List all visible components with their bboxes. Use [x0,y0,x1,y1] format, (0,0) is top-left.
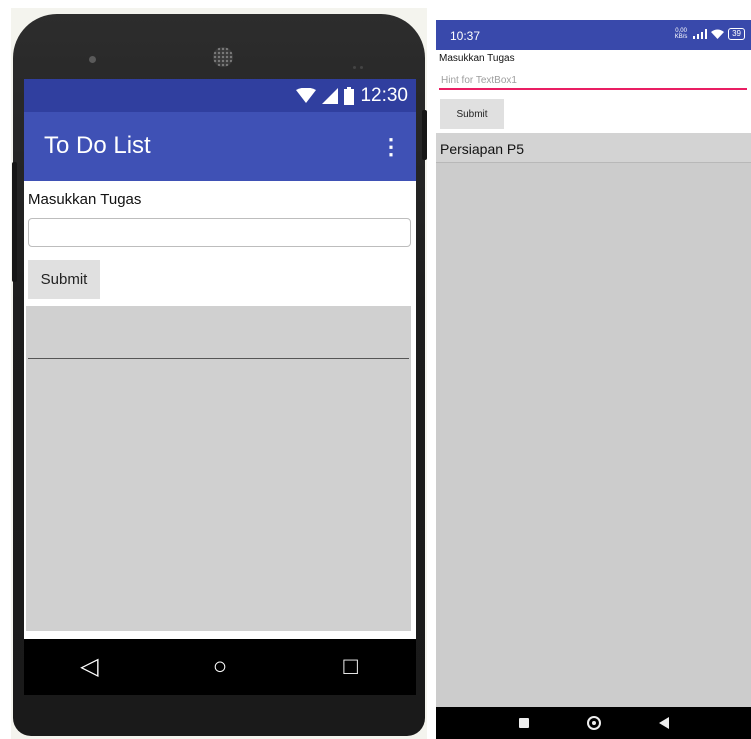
home-icon[interactable]: ○ [190,655,250,679]
emulator-phone: 12:30 To Do List ⋮ Masukkan Tugas Submit… [11,8,427,739]
list-item[interactable]: Persiapan P5 [436,133,751,163]
device-status-bar: 10:37 0,00 KB/s 39 [436,20,751,50]
battery-icon [344,87,355,105]
volume-button [12,162,17,282]
wifi-icon [711,29,725,39]
back-icon[interactable] [658,717,669,729]
device-form: Masukkan Tugas Submit [436,50,751,133]
phone-bezel: 12:30 To Do List ⋮ Masukkan Tugas Submit… [12,14,427,736]
device-screen: 10:37 0,00 KB/s 39 Masukkan Tugas Submit… [436,20,751,739]
status-icons: 12:30 [296,83,408,109]
back-icon[interactable]: ◁ [59,655,119,679]
device-status-time: 10:37 [450,29,481,43]
navigation-bar: ◁ ○ □ [24,639,416,695]
home-icon[interactable] [586,716,601,730]
status-bar: 12:30 [24,79,416,112]
task-input[interactable] [439,73,747,90]
submit-button[interactable]: Submit [440,99,504,129]
sensor-dots-icon [353,56,371,69]
net-speed-text: 0,00 KB/s [674,28,688,40]
device-status-icons: 0,00 KB/s 39 [673,28,745,40]
speaker-grille-icon [213,47,233,67]
task-list[interactable] [26,306,411,631]
recents-icon[interactable] [518,718,529,728]
device-navigation-bar [436,707,751,739]
status-time: 12:30 [360,85,408,106]
app-title: To Do List [44,132,151,159]
task-label: Masukkan Tugas [28,191,142,208]
task-label: Masukkan Tugas [439,53,515,64]
battery-icon: 39 [728,28,745,40]
list-item-text: Persiapan P5 [440,141,525,157]
task-input[interactable] [28,218,411,247]
power-button [422,110,427,160]
signal-icon [322,88,339,104]
submit-button[interactable]: Submit [28,260,100,299]
list-item[interactable] [28,306,409,359]
recents-icon[interactable]: □ [321,655,381,679]
signal-icon [693,29,708,39]
front-camera-icon [89,56,96,63]
emulator-screen: 12:30 To Do List ⋮ Masukkan Tugas Submit [24,79,416,639]
overflow-menu-icon[interactable]: ⋮ [380,134,402,160]
wifi-icon [296,88,317,103]
app-bar: To Do List ⋮ [24,112,416,181]
